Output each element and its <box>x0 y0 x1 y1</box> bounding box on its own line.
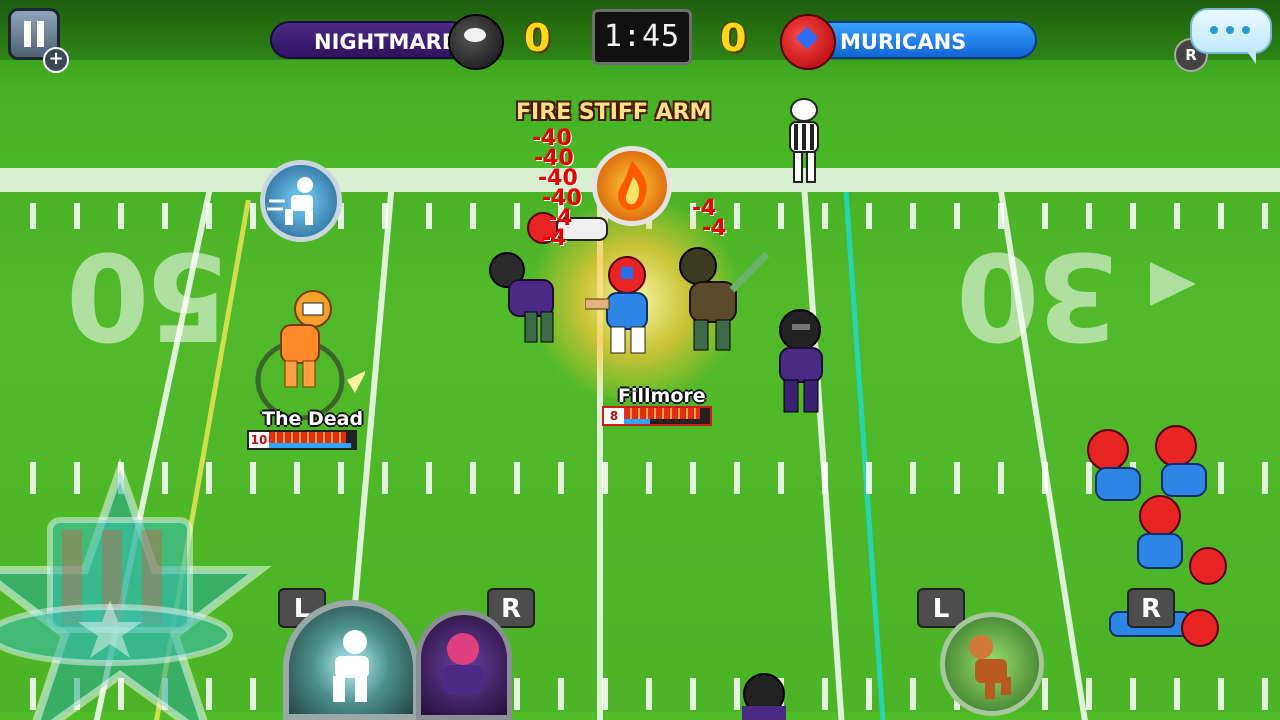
hash-mark <box>954 462 960 494</box>
hash-mark <box>514 203 520 229</box>
hash-mark <box>822 678 828 710</box>
player-name-the-dead: The Dead <box>262 408 364 430</box>
hash-mark <box>514 462 520 494</box>
hash-mark <box>734 462 740 494</box>
hash-mark <box>690 678 696 710</box>
hash-mark <box>1086 678 1092 710</box>
hash-mark <box>558 678 564 710</box>
hash-mark <box>1130 678 1136 710</box>
hash-mark <box>910 678 916 710</box>
away-team-bench-cluster <box>1087 425 1227 647</box>
player-level-the-dead: 10 <box>249 432 269 448</box>
chat-button[interactable] <box>1190 8 1272 64</box>
hash-mark <box>602 678 608 710</box>
home-team-banner: NIGHTMARES <box>270 21 471 59</box>
teammate-switch-button[interactable] <box>416 610 512 720</box>
damage-popup: -4 <box>542 226 567 251</box>
hash-mark <box>426 462 432 494</box>
hash-mark <box>1262 203 1268 229</box>
chat-bubble-icon <box>1246 50 1256 64</box>
stamina-fill <box>269 443 351 448</box>
hash-mark <box>30 203 36 229</box>
hash-mark <box>998 462 1004 494</box>
hash-mark <box>866 678 872 710</box>
hash-mark <box>1042 678 1048 710</box>
hash-mark <box>1042 462 1048 494</box>
hash-mark <box>646 462 652 494</box>
hash-mark <box>382 462 388 494</box>
hash-mark <box>1218 678 1224 710</box>
health-fill <box>624 408 700 419</box>
hash-mark <box>1218 203 1224 229</box>
referee <box>789 98 819 183</box>
hash-mark <box>690 462 696 494</box>
opponent-zombie-2 <box>679 247 770 351</box>
right-key-hint-2: R <box>1127 588 1175 628</box>
stamina-fill <box>624 419 650 424</box>
yard-number-30: 30 <box>960 225 1119 364</box>
hash-mark <box>910 203 916 229</box>
fire-stiff-arm-icon <box>592 146 672 226</box>
away-helmet-icon <box>780 14 836 70</box>
away-score: 0 <box>720 16 747 60</box>
hash-mark <box>338 462 344 494</box>
hash-mark <box>602 462 608 494</box>
pause-button[interactable]: + <box>8 8 69 73</box>
yard-number-50: 50 <box>70 225 229 364</box>
home-score: 0 <box>524 16 551 60</box>
hash-mark <box>1174 203 1180 229</box>
sprint-ability-button[interactable] <box>283 600 419 720</box>
plus-icon: + <box>43 47 69 73</box>
hash-mark <box>822 203 828 229</box>
player-health-bar-fillmore: 8 <box>602 406 712 426</box>
midfield-logo-icon <box>0 457 272 720</box>
bottom-player <box>742 673 786 720</box>
hash-mark <box>1174 678 1180 710</box>
hash-mark <box>778 203 784 229</box>
yard-arrow-icon <box>1150 262 1196 306</box>
hash-mark <box>426 203 432 229</box>
hash-mark <box>778 462 784 494</box>
home-helmet-icon <box>448 14 504 70</box>
hash-mark <box>514 678 520 710</box>
hash-mark <box>866 203 872 229</box>
health-fill <box>269 432 346 443</box>
hash-mark <box>470 203 476 229</box>
hash-mark <box>558 462 564 494</box>
move-name-label: FIRE STIFF ARM <box>516 100 712 125</box>
hash-mark <box>646 678 652 710</box>
hash-mark <box>734 203 740 229</box>
pause-icon <box>24 21 31 47</box>
tackle-ability-button[interactable] <box>940 612 1044 716</box>
player-health-bar-the-dead: 10 <box>247 430 357 450</box>
hash-mark <box>822 462 828 494</box>
player-fillmore[interactable] <box>585 255 675 375</box>
hash-mark <box>866 462 872 494</box>
player-level-fillmore: 8 <box>604 408 624 424</box>
hash-mark <box>250 203 256 229</box>
hash-mark <box>910 462 916 494</box>
hash-mark <box>382 203 388 229</box>
runner-ability-icon <box>260 160 342 242</box>
hash-mark <box>470 462 476 494</box>
player-the-dead[interactable] <box>255 285 365 425</box>
damage-popup: -4 <box>702 216 727 241</box>
hash-mark <box>1262 678 1268 710</box>
opponent-zombie-1 <box>489 252 554 343</box>
player-name-fillmore: Fillmore <box>618 385 706 407</box>
opponent-purple-player <box>779 309 823 413</box>
game-clock: 1:45 <box>592 9 692 65</box>
away-team-name: MURICANS <box>840 30 967 54</box>
hash-mark <box>1130 203 1136 229</box>
hash-mark <box>294 462 300 494</box>
